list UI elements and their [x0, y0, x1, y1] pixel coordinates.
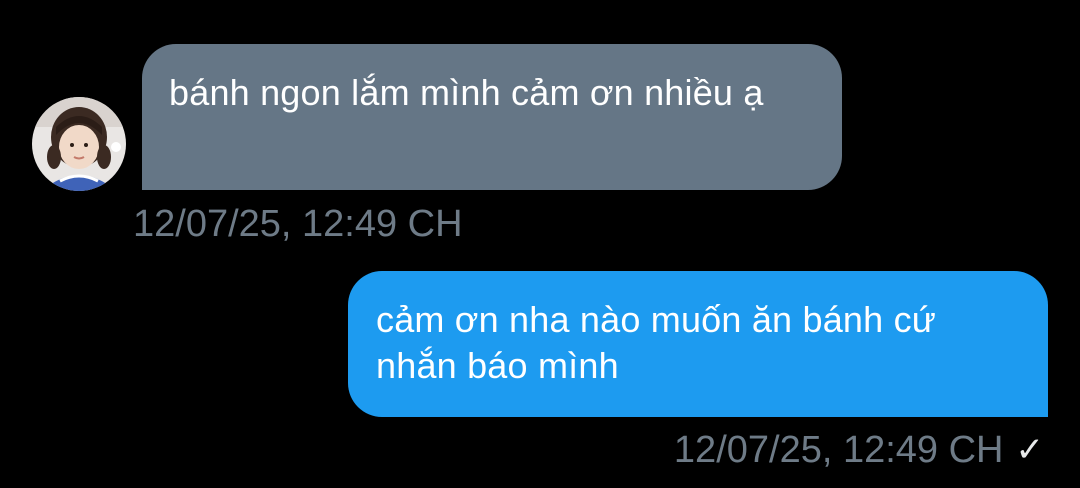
message-text: bánh ngon lắm mình cảm ơn nhiều ạ — [169, 72, 764, 113]
avatar-image — [32, 97, 126, 191]
user-avatar[interactable] — [32, 97, 126, 191]
message-text: cảm ơn nha nào muốn ăn bánh cứ nhắn báo … — [376, 299, 937, 386]
timestamp-text: 12/07/25, 12:49 CH — [133, 203, 463, 245]
message-bubble-outgoing[interactable]: cảm ơn nha nào muốn ăn bánh cứ nhắn báo … — [348, 271, 1048, 417]
message-timestamp: 12/07/25, 12:49 CH — [133, 202, 463, 246]
check-icon: ✓ — [1015, 431, 1045, 469]
message-status-row: 12/07/25, 12:49 CH ✓ — [674, 428, 1044, 472]
message-bubble-incoming[interactable]: bánh ngon lắm mình cảm ơn nhiều ạ — [142, 44, 842, 190]
timestamp-text: 12/07/25, 12:49 CH — [673, 429, 1004, 471]
